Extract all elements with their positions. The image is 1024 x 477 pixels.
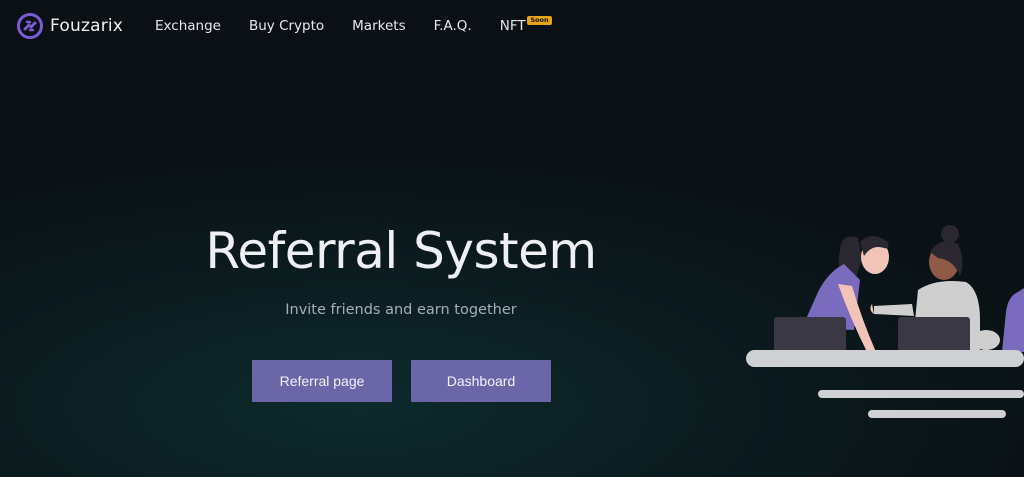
referral-page-button[interactable]: Referral page: [252, 360, 392, 402]
soon-badge: Soon: [527, 16, 552, 25]
floor-line-1: [818, 390, 1024, 398]
brand-name: Fouzarix: [50, 16, 124, 36]
team-working-illustration: [746, 225, 1024, 418]
top-navigation-bar: Fouzarix Exchange Buy Crypto Markets F.A…: [0, 0, 1024, 54]
page-title: Referral System: [205, 222, 597, 280]
dashboard-button[interactable]: Dashboard: [411, 360, 551, 402]
floor-line-2: [868, 410, 1006, 418]
brand-logo[interactable]: Fouzarix: [17, 13, 123, 39]
hero-section: Referral System Invite friends and earn …: [200, 220, 602, 318]
person-right-edge: [1002, 288, 1024, 352]
main-nav: Exchange Buy Crypto Markets F.A.Q. NFT S…: [155, 16, 552, 34]
fouzarix-logo-icon: [17, 13, 43, 39]
nav-item-buy-crypto[interactable]: Buy Crypto: [249, 18, 324, 34]
nav-item-faq[interactable]: F.A.Q.: [434, 18, 472, 34]
desk: [746, 350, 1024, 367]
nav-item-markets[interactable]: Markets: [352, 18, 405, 34]
nav-item-exchange[interactable]: Exchange: [155, 18, 221, 34]
nav-item-nft-label: NFT: [499, 18, 526, 34]
nav-item-nft[interactable]: NFT Soon: [499, 16, 552, 34]
hero-subtitle: Invite friends and earn together: [285, 302, 517, 318]
